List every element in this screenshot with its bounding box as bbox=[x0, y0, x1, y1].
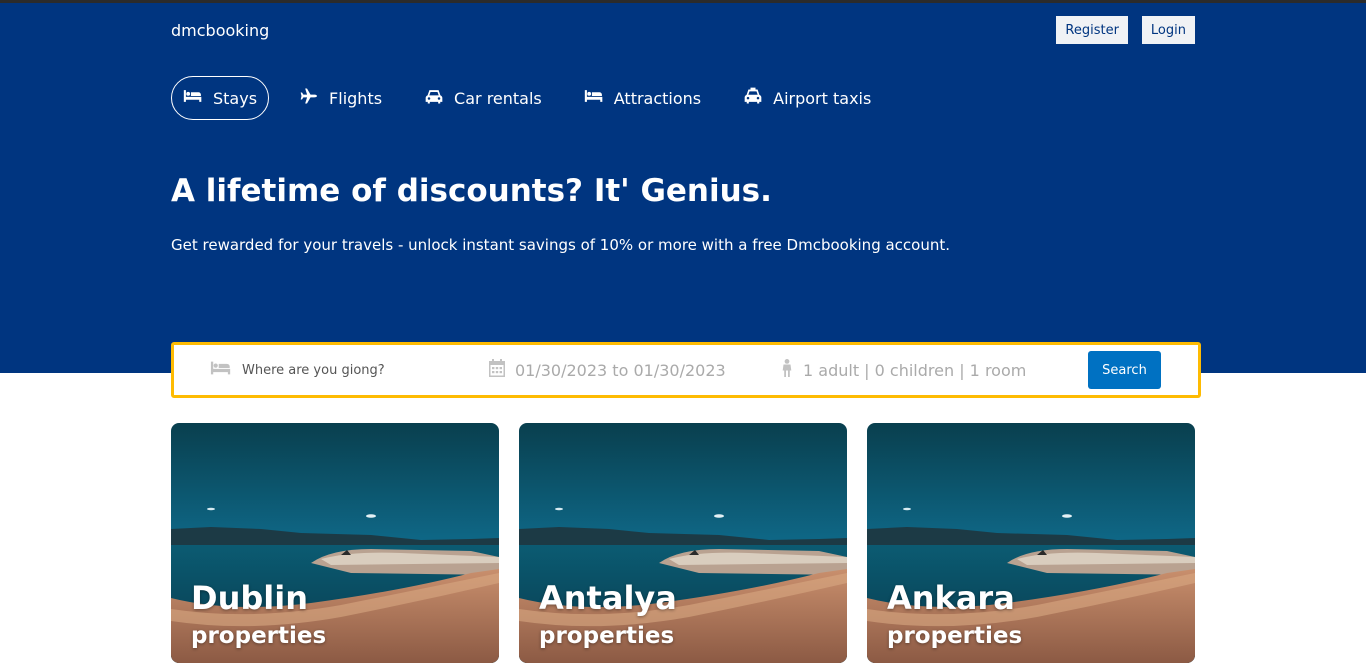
city-card-antalya[interactable]: Antalya properties bbox=[519, 423, 847, 663]
register-button[interactable]: Register bbox=[1056, 16, 1128, 44]
guests-text: 1 adult | 0 children | 1 room bbox=[803, 360, 1027, 380]
card-city-name: Dublin bbox=[191, 579, 308, 617]
tab-label: Flights bbox=[329, 88, 383, 108]
tab-label: Airport taxis bbox=[773, 88, 872, 108]
bed-icon bbox=[584, 86, 604, 110]
tab-label: Car rentals bbox=[454, 88, 542, 108]
destination-input[interactable] bbox=[242, 362, 442, 378]
destination-field[interactable] bbox=[210, 345, 442, 395]
tab-flights[interactable]: Flights bbox=[287, 76, 394, 120]
property-cards: Dublin properties Antalya properties Ank… bbox=[171, 423, 1195, 663]
logo[interactable]: dmcbooking bbox=[171, 21, 269, 40]
city-card-dublin[interactable]: Dublin properties bbox=[171, 423, 499, 663]
guests-field[interactable]: 1 adult | 0 children | 1 room bbox=[781, 345, 1026, 395]
nav-buttons: Register Login bbox=[1056, 16, 1195, 44]
car-icon bbox=[424, 86, 444, 110]
tab-label: Stays bbox=[213, 88, 258, 108]
bed-icon bbox=[210, 357, 232, 383]
date-field[interactable]: 01/30/2023 to 01/30/2023 bbox=[489, 345, 726, 395]
card-subtitle: properties bbox=[887, 623, 1023, 649]
calendar-icon bbox=[489, 359, 505, 381]
card-subtitle: properties bbox=[191, 623, 327, 649]
city-card-ankara[interactable]: Ankara properties bbox=[867, 423, 1195, 663]
category-tabs: Stays Flights Car rentals Attractions Ai… bbox=[171, 76, 883, 120]
tab-car-rentals[interactable]: Car rentals bbox=[412, 76, 554, 120]
person-icon bbox=[781, 359, 793, 381]
plane-icon bbox=[299, 86, 319, 110]
bed-icon bbox=[183, 86, 203, 110]
date-range-text: 01/30/2023 to 01/30/2023 bbox=[515, 360, 726, 380]
taxi-icon bbox=[743, 86, 763, 110]
card-city-name: Antalya bbox=[539, 579, 677, 617]
card-subtitle: properties bbox=[539, 623, 675, 649]
login-button[interactable]: Login bbox=[1141, 16, 1195, 44]
tab-label: Attractions bbox=[613, 88, 702, 108]
card-city-name: Ankara bbox=[887, 579, 1015, 617]
tab-airport-taxis[interactable]: Airport taxis bbox=[731, 76, 883, 120]
hero-subtitle: Get rewarded for your travels - unlock i… bbox=[171, 236, 951, 254]
tab-stays[interactable]: Stays bbox=[171, 76, 270, 120]
tab-attractions[interactable]: Attractions bbox=[572, 76, 713, 120]
search-button[interactable]: Search bbox=[1088, 351, 1161, 389]
hero-title: A lifetime of discounts? It' Genius. bbox=[171, 173, 772, 209]
header: dmcbooking Register Login Stays Flights … bbox=[0, 3, 1366, 373]
navbar: dmcbooking Register Login bbox=[171, 15, 1195, 45]
search-bar: 01/30/2023 to 01/30/2023 1 adult | 0 chi… bbox=[171, 342, 1201, 398]
